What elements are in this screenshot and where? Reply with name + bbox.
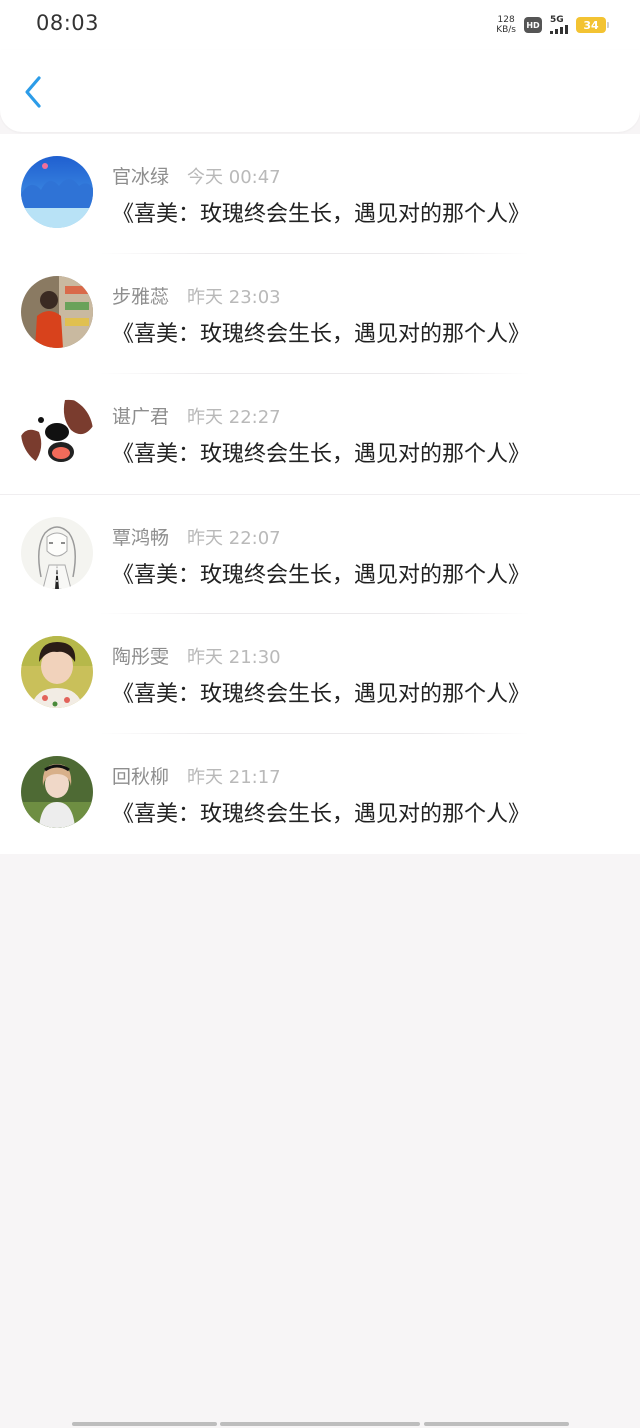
- message-preview: 《喜美：玫瑰终会生长，遇见对的那个人》: [112, 202, 531, 227]
- timestamp: 昨天 22:07: [187, 528, 281, 549]
- list-item[interactable]: 陶彤雯 昨天 21:30 《喜美：玫瑰终会生长，遇见对的那个人》: [0, 614, 640, 734]
- message-preview: 《喜美：玫瑰终会生长，遇见对的那个人》: [112, 322, 531, 347]
- hd-label: HD: [526, 20, 540, 30]
- item-meta: 官冰绿 今天 00:47: [112, 162, 281, 189]
- item-meta: 步雅蕊 昨天 23:03: [112, 282, 281, 309]
- avatar[interactable]: [21, 276, 93, 348]
- status-bar: 08:03 128 KB/s HD 5G 34: [0, 0, 640, 50]
- sender-name: 官冰绿: [112, 166, 170, 188]
- network-speed: 128 KB/s: [496, 15, 516, 35]
- network-speed-value: 128: [497, 15, 515, 25]
- avatar[interactable]: [21, 756, 93, 828]
- signal-bars: [550, 25, 568, 34]
- status-icons: 128 KB/s HD 5G 34: [496, 13, 609, 37]
- top-app-bar: [0, 50, 640, 132]
- timestamp: 昨天 21:30: [187, 647, 281, 668]
- gesture-bar: [0, 1419, 640, 1428]
- timestamp: 昨天 23:03: [187, 287, 281, 308]
- sender-name: 步雅蕊: [112, 286, 170, 308]
- timestamp: 今天 00:47: [187, 167, 281, 188]
- battery-icon: 34: [576, 17, 609, 33]
- avatar[interactable]: [21, 636, 93, 708]
- list-item[interactable]: 官冰绿 今天 00:47 《喜美：玫瑰终会生长，遇见对的那个人》: [0, 134, 640, 254]
- timestamp: 昨天 21:17: [187, 767, 281, 788]
- item-meta: 陶彤雯 昨天 21:30: [112, 642, 281, 669]
- chevron-left-icon: [25, 76, 41, 108]
- list-item[interactable]: 步雅蕊 昨天 23:03 《喜美：玫瑰终会生长，遇见对的那个人》: [0, 254, 640, 374]
- avatar[interactable]: [21, 156, 93, 228]
- timestamp: 昨天 22:27: [187, 407, 281, 428]
- signal-icon: 5G: [550, 16, 568, 34]
- sender-name: 陶彤雯: [112, 646, 170, 668]
- list-item[interactable]: 回秋柳 昨天 21:17 《喜美：玫瑰终会生长，遇见对的那个人》: [0, 734, 640, 854]
- sender-name: 覃鸿畅: [112, 527, 170, 549]
- message-preview: 《喜美：玫瑰终会生长，遇见对的那个人》: [112, 442, 531, 467]
- status-clock: 08:03: [36, 11, 100, 35]
- list-item[interactable]: 谌广君 昨天 22:27 《喜美：玫瑰终会生长，遇见对的那个人》: [0, 374, 640, 494]
- sender-name: 谌广君: [112, 406, 170, 428]
- signal-label: 5G: [550, 15, 564, 25]
- avatar[interactable]: [21, 517, 93, 589]
- back-button[interactable]: [16, 74, 52, 110]
- battery-level: 34: [583, 18, 599, 32]
- message-preview: 《喜美：玫瑰终会生长，遇见对的那个人》: [112, 563, 531, 588]
- message-list: 官冰绿 今天 00:47 《喜美：玫瑰终会生长，遇见对的那个人》 步雅蕊 昨天 …: [0, 134, 640, 854]
- message-preview: 《喜美：玫瑰终会生长，遇见对的那个人》: [112, 802, 531, 827]
- sender-name: 回秋柳: [112, 766, 170, 788]
- item-meta: 覃鸿畅 昨天 22:07: [112, 523, 281, 550]
- list-item[interactable]: 覃鸿畅 昨天 22:07 《喜美：玫瑰终会生长，遇见对的那个人》: [0, 494, 640, 614]
- message-preview: 《喜美：玫瑰终会生长，遇见对的那个人》: [112, 682, 531, 707]
- item-meta: 回秋柳 昨天 21:17: [112, 762, 281, 789]
- avatar[interactable]: [21, 396, 93, 468]
- item-meta: 谌广君 昨天 22:27: [112, 402, 281, 429]
- network-speed-unit: KB/s: [496, 25, 516, 35]
- hd-icon: HD: [524, 17, 542, 33]
